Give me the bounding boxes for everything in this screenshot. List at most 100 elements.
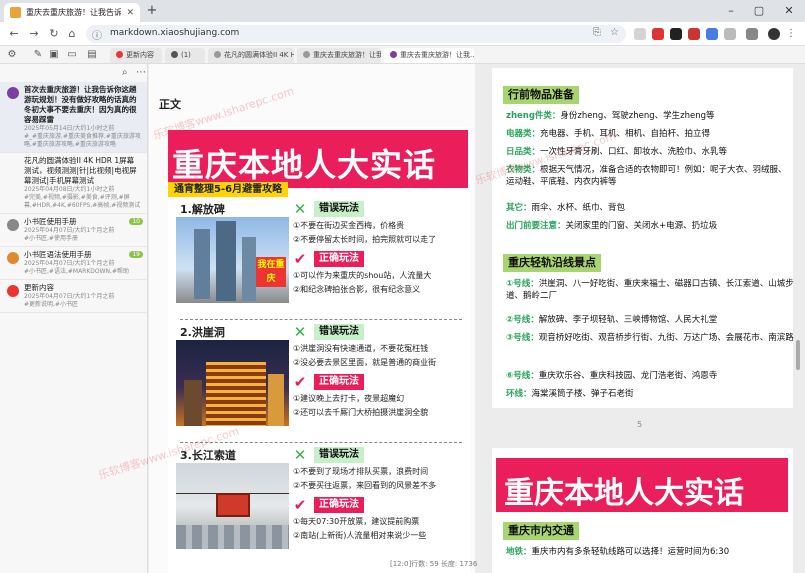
right-line: ①建议晚上去打卡，夜景超魔幻 [293,394,405,403]
wrong-icon: ✕ [293,446,307,464]
check-icon: ✔ [293,373,307,391]
section-photo: 我在重庆 [176,217,289,303]
wrong-line: ①不要在街边买金西梅，价格贵 [293,221,405,230]
photo-sign: 我在重庆 [256,257,286,287]
browser-tab[interactable]: 重庆去重庆旅游！让我告诉你口 ✕ [4,3,140,22]
note-count-badge: 10 [129,218,143,225]
note-item-active[interactable]: 首次去重庆旅游！让我告诉你这趟游玩规划！没有做好攻略的话真的冬初大事不要去重庆！… [0,82,147,153]
note-tags: #小书匠,#使用手册 [24,235,78,242]
extensions-puzzle-icon[interactable] [724,28,736,40]
bookmark-star-icon[interactable]: ☆ [610,27,619,38]
address-bar-row: ← → ↻ ⌂ ⓘ markdown.xiaoshujiang.com ⎘ ☆ … [0,22,805,46]
poster-title: 重庆本地人大实话 [172,146,437,184]
wrong-line: ①不要到了现场才排队买票，浪费时间 [293,467,429,476]
wrong-line: ①洪崖洞没有快速通道，不要花冤枉钱 [293,344,429,353]
reload-icon[interactable]: ↻ [46,26,62,42]
extension-dark-icon[interactable] [670,28,682,40]
tab-close-icon[interactable]: ✕ [126,8,134,18]
section-divider [180,442,462,443]
note-avatar [7,252,19,264]
url-text: markdown.xiaoshujiang.com [110,28,240,38]
right-line: ①可以作为来重庆的shou站，人流量大 [293,271,432,280]
extension-blue-icon[interactable] [706,28,718,40]
file-tab-3[interactable]: 花凡的圆满体验II 4K HDR... [208,48,294,63]
right-line: ②还可以去千厮门大桥拍摄洪崖洞全貌 [293,408,429,417]
minimize-icon[interactable]: – [717,0,745,22]
items-line: 衣物类：根据天气情况，准备合适的衣物即可！例如：呢子大衣、羽绒服、运动鞋、平底鞋… [506,165,787,187]
file-tab-active[interactable]: 重庆去重庆旅游！让我... [384,48,474,63]
home-icon[interactable]: ⌂ [64,26,80,42]
poster-image: 重庆本地人大实话 通宵整理5-6月避雷攻略 1.解放碑 我在重庆 ✕ 错误玩法 … [168,127,470,573]
tab-favicon-icon [10,7,21,18]
layout-icon[interactable]: ▤ [86,49,98,61]
note-item[interactable]: 10 小书匠使用手册 2025年04月07日/大约1个月之前 #小书匠,#使用手… [0,214,147,247]
items-line: 日品类：一次性牙膏牙刷、口红、卸妆水、洗脸巾、水乳等 [506,147,728,157]
sidebar-header: ⌕ ⋯ [0,64,147,82]
editor-toolbar: ⚙ ✎ ▣ ▭ ▤ 更新内容 (1) 花凡的圆满体验II 4K HDR... 重… [0,46,805,64]
metro-line: ③号线：观音桥好吃街、观音桥步行街、九街、万达广场、会展花市、南滨路 [506,333,794,343]
note-item[interactable]: 更新内容 2025年04月07日/大约1个月之前 #更新说明,#小书匠 [0,280,147,313]
note-item[interactable]: 19 小书匠语法使用手册 2025年04月07日/大约1个月之前 #小书匠,#语… [0,247,147,280]
note-item[interactable]: 花凡的圆满体验II 4K HDR 1屏幕测试，视频测测|针|比视频|电视屏幕测试… [0,153,147,214]
poster-banner: 重庆本地人大实话 [168,130,468,188]
preview-banner: 重庆本地人大实话 [496,458,788,512]
section-title: 2.洪崖洞 [180,326,225,339]
items-line: 出门前要注意：关闭家里的门窗、关闭水+电源、扔垃圾 [506,221,718,231]
note-tags: #小书匠,#语法,#MARKDOWN,#帮助 [24,268,129,275]
search-icon[interactable]: ⌕ [122,67,128,78]
note-meta: 2025年04月07日/大约1个月之前 [24,293,115,300]
wrong-line: ②没必要去景区里面，就是普通的商业街 [293,358,437,367]
extension-shield-icon[interactable] [652,28,664,40]
poster-section-3: 3.长江索道 ✕ 错误玩法 ①不要到了现场才排队买票，浪费时间 ②不要买往返票，… [168,445,470,568]
notes-sidebar: ⌕ ⋯ 首次去重庆旅游！让我告诉你这趟游玩规划！没有做好攻略的话真的冬初大事不要… [0,64,148,573]
note-tags: #_#重庆旅游,#重庆美食推荐,#重庆旅游攻略,#重庆旅游攻略,#重庆旅游攻略 [24,133,141,148]
note-title: 花凡的圆满体验II 4K HDR 1屏幕测试，视频测测|针|比视频|电视屏幕测试… [24,156,137,185]
items-line: 电器类：充电器、手机、耳机、相机、自拍杆、拍立得 [506,129,711,139]
note-title: 更新内容 [24,283,54,292]
save-icon[interactable]: ▣ [48,49,60,61]
note-tags: #更新说明,#小书匠 [24,301,78,308]
more-icon[interactable]: ⋯ [136,67,146,78]
maximize-icon[interactable]: ▢ [745,0,773,22]
poster-subtitle: 通宵整理5-6月避雷攻略 [168,182,289,197]
section-divider [180,319,462,320]
note-meta: 2025年04月08日/大约1小时之前 [24,186,115,193]
note-meta: 2025年05月14日/大约1小时之前 [24,125,115,132]
wrong-label: 错误玩法 [314,324,364,340]
items-line: 其它：雨伞、水杯、纸巾、背包 [506,203,626,213]
forward-icon[interactable]: → [26,26,42,42]
install-icon[interactable]: ⎘ [593,27,601,38]
folder-icon[interactable]: ▭ [66,49,78,61]
close-window-icon[interactable]: ✕ [775,0,803,22]
extension-icon[interactable] [634,28,646,40]
section-title: 1.解放碑 [180,203,225,216]
city-line: 地铁：重庆市内有多条轻轨线路可以选择！运营时间为6:30 [506,547,730,557]
new-tab-button[interactable]: + [144,3,160,19]
preview-scrollbar[interactable] [796,340,800,370]
file-tab-2[interactable]: (1) [165,48,205,63]
extension-red-icon[interactable] [688,28,700,40]
omnibox[interactable]: ⓘ markdown.xiaoshujiang.com ⎘ ☆ [86,25,626,43]
profile-avatar-icon[interactable] [768,28,780,40]
check-icon: ✔ [293,496,307,514]
note-count-badge: 19 [129,251,143,258]
back-icon[interactable]: ← [6,26,22,42]
poster-section-2: 2.洪崖洞 ✕ 错误玩法 ①洪崖洞没有快速通道，不要花冤枉钱 ②没必要去景区里面… [168,322,470,445]
file-tab-1[interactable]: 更新内容 [110,48,162,63]
browser-menu-icon[interactable]: ⋮ [786,28,798,40]
edit-icon[interactable]: ✎ [32,49,44,61]
settings-icon[interactable]: ⚙ [6,49,18,61]
note-avatar [7,219,19,231]
preview-banner-title: 重庆本地人大实话 [504,476,744,511]
site-info-icon[interactable]: ⓘ [92,27,102,42]
file-tab-4[interactable]: 重庆去重庆旅游！让我... [297,48,381,63]
wrong-label: 错误玩法 [314,201,364,217]
note-title: 小书匠语法使用手册 [24,250,92,259]
check-icon: ✔ [293,250,307,268]
note-avatar [7,87,19,99]
sidebar-toggle-icon[interactable] [746,28,758,40]
metro-line: 环线：海棠溪筒子楼、弹子石老街 [506,389,634,399]
items-line: zheng件类：身份zheng、驾驶zheng、学生zheng等 [506,111,715,121]
metro-line: ⑥号线：重庆欢乐谷、重庆科技园、龙门浩老街、鸿恩寺 [506,371,718,381]
note-title: 小书匠使用手册 [24,217,77,226]
